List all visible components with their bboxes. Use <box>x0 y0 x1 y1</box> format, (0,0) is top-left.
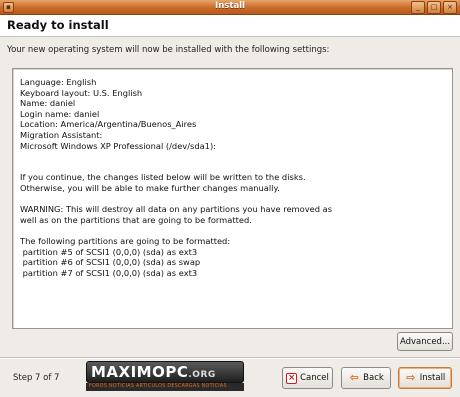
summary-line <box>20 194 446 205</box>
minimize-icon[interactable]: _ <box>411 1 425 14</box>
summary-line: The following partitions are going to be… <box>20 235 231 246</box>
cancel-button[interactable]: × Cancel <box>282 367 333 389</box>
back-label: Back <box>363 373 384 383</box>
logo-tagline: FOROS NOTICIAS ARTICULOS DESCARGAS NOTIC… <box>86 383 244 391</box>
install-label: Install <box>419 373 446 383</box>
summary-line: Login name: daniel <box>20 108 100 119</box>
cancel-label: Cancel <box>300 373 329 383</box>
summary-line: Keyboard layout: U.S. English <box>20 87 143 98</box>
maximize-icon[interactable]: □ <box>427 1 441 14</box>
step-indicator: Step 7 of 7 <box>13 373 60 383</box>
cancel-icon: × <box>286 372 298 384</box>
footer-divider <box>0 357 460 359</box>
logo-main-text: MAXIMOPC <box>91 363 189 381</box>
summary-line: Otherwise, you will be able to make furt… <box>20 182 280 193</box>
back-arrow-icon: ⇦ <box>349 371 359 384</box>
install-arrow-icon: ⇨ <box>406 371 416 384</box>
install-button[interactable]: ⇨ Install <box>398 367 452 389</box>
advanced-button[interactable]: Advanced... <box>397 332 453 351</box>
summary-line: If you continue, the changes listed belo… <box>20 172 306 183</box>
title-bar: ▪ Install _ □ × <box>0 0 460 15</box>
advanced-label: Advanced... <box>399 336 451 347</box>
summary-line <box>20 225 446 236</box>
summary-line: well as on the partitions that are going… <box>20 214 252 225</box>
summary-line: partition #7 of SCSI1 (0,0,0) (sda) as e… <box>20 267 198 278</box>
summary-line: Language: English <box>20 77 97 87</box>
intro-text: Your new operating system will now be in… <box>7 45 330 55</box>
window-title: Install <box>215 1 245 11</box>
summary-line: partition #6 of SCSI1 (0,0,0) (sda) as s… <box>20 257 201 268</box>
back-button[interactable]: ⇦ Back <box>341 367 391 389</box>
maximopc-logo: MAXIMOPC.ORG FOROS NOTICIAS ARTICULOS DE… <box>86 361 244 393</box>
logo-wordmark: MAXIMOPC.ORG <box>86 361 244 383</box>
summary-lines: Language: English Keyboard layout: U.S. E… <box>20 77 446 278</box>
summary-line <box>20 162 446 173</box>
summary-line: Name: daniel <box>20 98 76 109</box>
summary-line <box>20 151 446 162</box>
logo-suffix-text: .ORG <box>188 370 216 380</box>
page-title: Ready to install <box>7 18 109 32</box>
summary-line: Location: America/Argentina/Buenos_Aires <box>20 119 197 130</box>
window-controls: _ □ × <box>411 1 457 14</box>
summary-line: WARNING: This will destroy all data on a… <box>20 204 333 215</box>
settings-summary[interactable]: Language: English Keyboard layout: U.S. E… <box>12 68 453 329</box>
summary-line: partition #5 of SCSI1 (0,0,0) (sda) as e… <box>20 246 198 257</box>
summary-line: Microsoft Windows XP Professional (/dev/… <box>20 140 216 151</box>
summary-line: Migration Assistant: <box>20 129 103 140</box>
close-icon[interactable]: × <box>443 1 457 14</box>
page-header: Ready to install <box>0 15 460 37</box>
